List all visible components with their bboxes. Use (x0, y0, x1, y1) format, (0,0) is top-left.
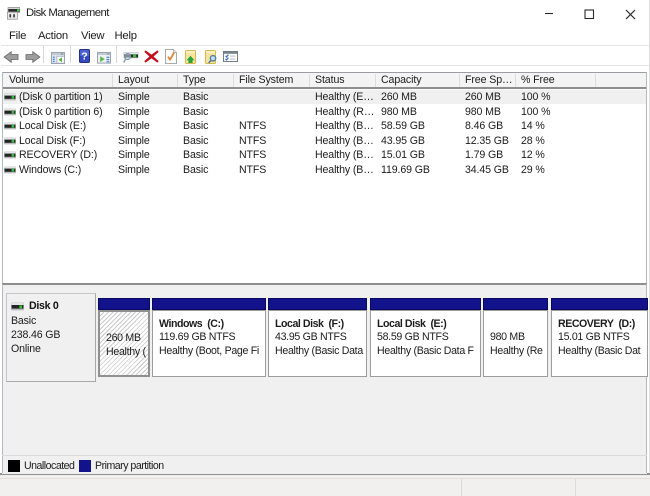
svg-text:?: ? (81, 51, 87, 63)
